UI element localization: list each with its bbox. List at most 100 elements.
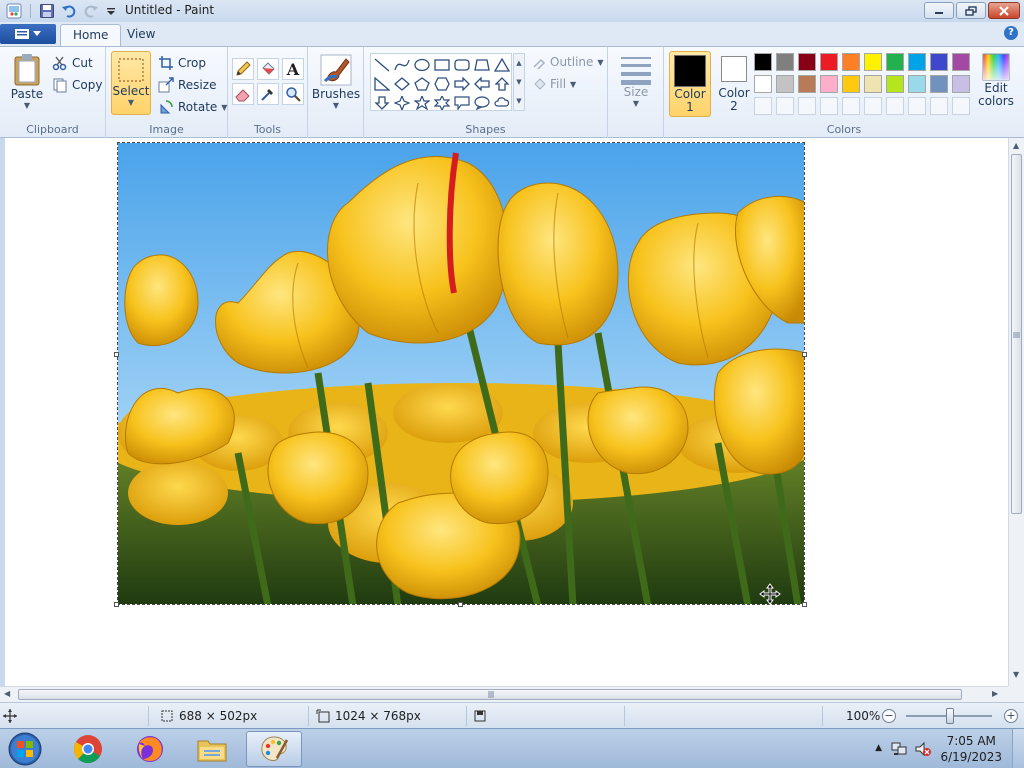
polygon-shape[interactable]	[472, 55, 492, 74]
color-swatch[interactable]	[842, 75, 860, 93]
zoom-slider-thumb[interactable]	[946, 708, 954, 724]
taskbar-clock[interactable]: 7:05 AM 6/19/2023	[940, 733, 1002, 765]
custom-color-slot[interactable]	[754, 97, 772, 115]
color-swatch[interactable]	[864, 75, 882, 93]
fill-button[interactable]: Fill ▼	[532, 77, 576, 91]
paste-button[interactable]: Paste ▼	[8, 53, 46, 110]
curve-shape[interactable]	[392, 55, 412, 74]
pencil-tool[interactable]	[232, 58, 254, 80]
magnifier-tool[interactable]	[282, 83, 304, 105]
resize-handle-middle-right[interactable]	[802, 352, 807, 357]
color-swatch[interactable]	[864, 53, 882, 71]
taskbar-file-explorer[interactable]	[184, 731, 240, 767]
color-swatch[interactable]	[886, 75, 904, 93]
color-swatch[interactable]	[754, 53, 772, 71]
tulips-image[interactable]	[117, 142, 805, 605]
show-hidden-icons-icon[interactable]: ▲	[875, 743, 882, 753]
vertical-scroll-thumb[interactable]	[1011, 154, 1022, 514]
select-button[interactable]: Select ▼	[111, 51, 151, 115]
network-icon[interactable]	[890, 741, 908, 757]
color-swatch[interactable]	[776, 75, 794, 93]
color-swatch[interactable]	[952, 75, 970, 93]
color-swatch[interactable]	[798, 75, 816, 93]
hexagon-shape[interactable]	[432, 74, 452, 93]
color1-button[interactable]: Color 1	[669, 51, 711, 117]
custom-color-slot[interactable]	[908, 97, 926, 115]
resize-handle-middle-left[interactable]	[114, 352, 119, 357]
vertical-scrollbar[interactable]: ▲ ▼	[1008, 138, 1024, 686]
scroll-down-arrow-icon[interactable]: ▼	[1013, 670, 1019, 679]
diamond-shape[interactable]	[392, 74, 412, 93]
custom-color-slot[interactable]	[820, 97, 838, 115]
text-tool[interactable]: A	[282, 58, 304, 80]
custom-color-slot[interactable]	[886, 97, 904, 115]
scroll-down-icon[interactable]: ▼	[516, 78, 521, 86]
resize-handle-bottom-left[interactable]	[114, 602, 119, 607]
six-point-star-shape[interactable]	[432, 93, 452, 112]
expand-gallery-icon[interactable]: ▼	[516, 97, 521, 105]
eraser-tool[interactable]	[232, 83, 254, 105]
zoom-in-button[interactable]: +	[1004, 709, 1018, 723]
taskbar-paint[interactable]	[246, 731, 302, 767]
color-swatch[interactable]	[930, 53, 948, 71]
scroll-up-icon[interactable]: ▲	[516, 59, 521, 67]
tab-home[interactable]: Home	[60, 24, 122, 46]
triangle-shape[interactable]	[492, 55, 512, 74]
up-arrow-shape[interactable]	[492, 74, 512, 93]
paint-menu-button[interactable]	[0, 24, 56, 44]
tab-view[interactable]: View	[115, 24, 167, 46]
pentagon-shape[interactable]	[412, 74, 432, 93]
taskbar-firefox[interactable]	[122, 731, 178, 767]
horizontal-scroll-thumb[interactable]	[18, 689, 962, 700]
rect-callout-shape[interactable]	[452, 93, 472, 112]
oval-callout-shape[interactable]	[472, 93, 492, 112]
restore-button[interactable]	[956, 2, 986, 19]
scroll-left-arrow-icon[interactable]: ◀	[4, 689, 10, 698]
taskbar-chrome[interactable]	[60, 731, 116, 767]
resize-handle-bottom-center[interactable]	[458, 602, 463, 607]
color-swatch[interactable]	[820, 75, 838, 93]
five-point-star-shape[interactable]	[412, 93, 432, 112]
cloud-callout-shape[interactable]	[492, 93, 512, 112]
custom-color-slot[interactable]	[842, 97, 860, 115]
edit-colors-button[interactable]: Edit colors	[974, 53, 1018, 107]
line-shape[interactable]	[372, 55, 392, 74]
shapes-gallery-scroll[interactable]: ▲ ▼ ▼	[513, 53, 525, 111]
custom-color-slot[interactable]	[864, 97, 882, 115]
rectangle-shape[interactable]	[432, 55, 452, 74]
color-swatch[interactable]	[930, 75, 948, 93]
crop-button[interactable]: Crop	[158, 55, 206, 71]
color-swatch[interactable]	[908, 75, 926, 93]
size-button[interactable]: Size ▼	[616, 55, 656, 108]
left-arrow-shape[interactable]	[472, 74, 492, 93]
save-icon[interactable]	[39, 3, 55, 19]
right-triangle-shape[interactable]	[372, 74, 392, 93]
custom-color-slot[interactable]	[930, 97, 948, 115]
scroll-up-arrow-icon[interactable]: ▲	[1013, 141, 1019, 150]
color-swatch[interactable]	[754, 75, 772, 93]
minimize-button[interactable]	[924, 2, 954, 19]
horizontal-scrollbar[interactable]: ◀ ▶	[0, 686, 1008, 702]
start-button[interactable]	[4, 730, 46, 768]
undo-icon[interactable]	[61, 3, 77, 19]
rounded-rectangle-shape[interactable]	[452, 55, 472, 74]
copy-button[interactable]: Copy	[52, 77, 102, 93]
color-swatch[interactable]	[908, 53, 926, 71]
scroll-right-arrow-icon[interactable]: ▶	[992, 689, 998, 698]
custom-color-slot[interactable]	[952, 97, 970, 115]
color-swatch[interactable]	[886, 53, 904, 71]
custom-color-slot[interactable]	[776, 97, 794, 115]
brushes-button[interactable]: Brushes ▼	[312, 53, 360, 110]
color-swatch[interactable]	[798, 53, 816, 71]
color-swatch[interactable]	[952, 53, 970, 71]
oval-shape[interactable]	[412, 55, 432, 74]
resize-handle-bottom-right[interactable]	[802, 602, 807, 607]
fill-tool[interactable]	[257, 58, 279, 80]
show-desktop-button[interactable]	[1012, 729, 1024, 768]
custom-color-slot[interactable]	[798, 97, 816, 115]
color-picker-tool[interactable]	[257, 83, 279, 105]
cut-button[interactable]: Cut	[52, 55, 93, 71]
resize-button[interactable]: Resize	[158, 77, 216, 93]
color-swatch[interactable]	[842, 53, 860, 71]
outline-button[interactable]: Outline ▼	[532, 55, 604, 69]
